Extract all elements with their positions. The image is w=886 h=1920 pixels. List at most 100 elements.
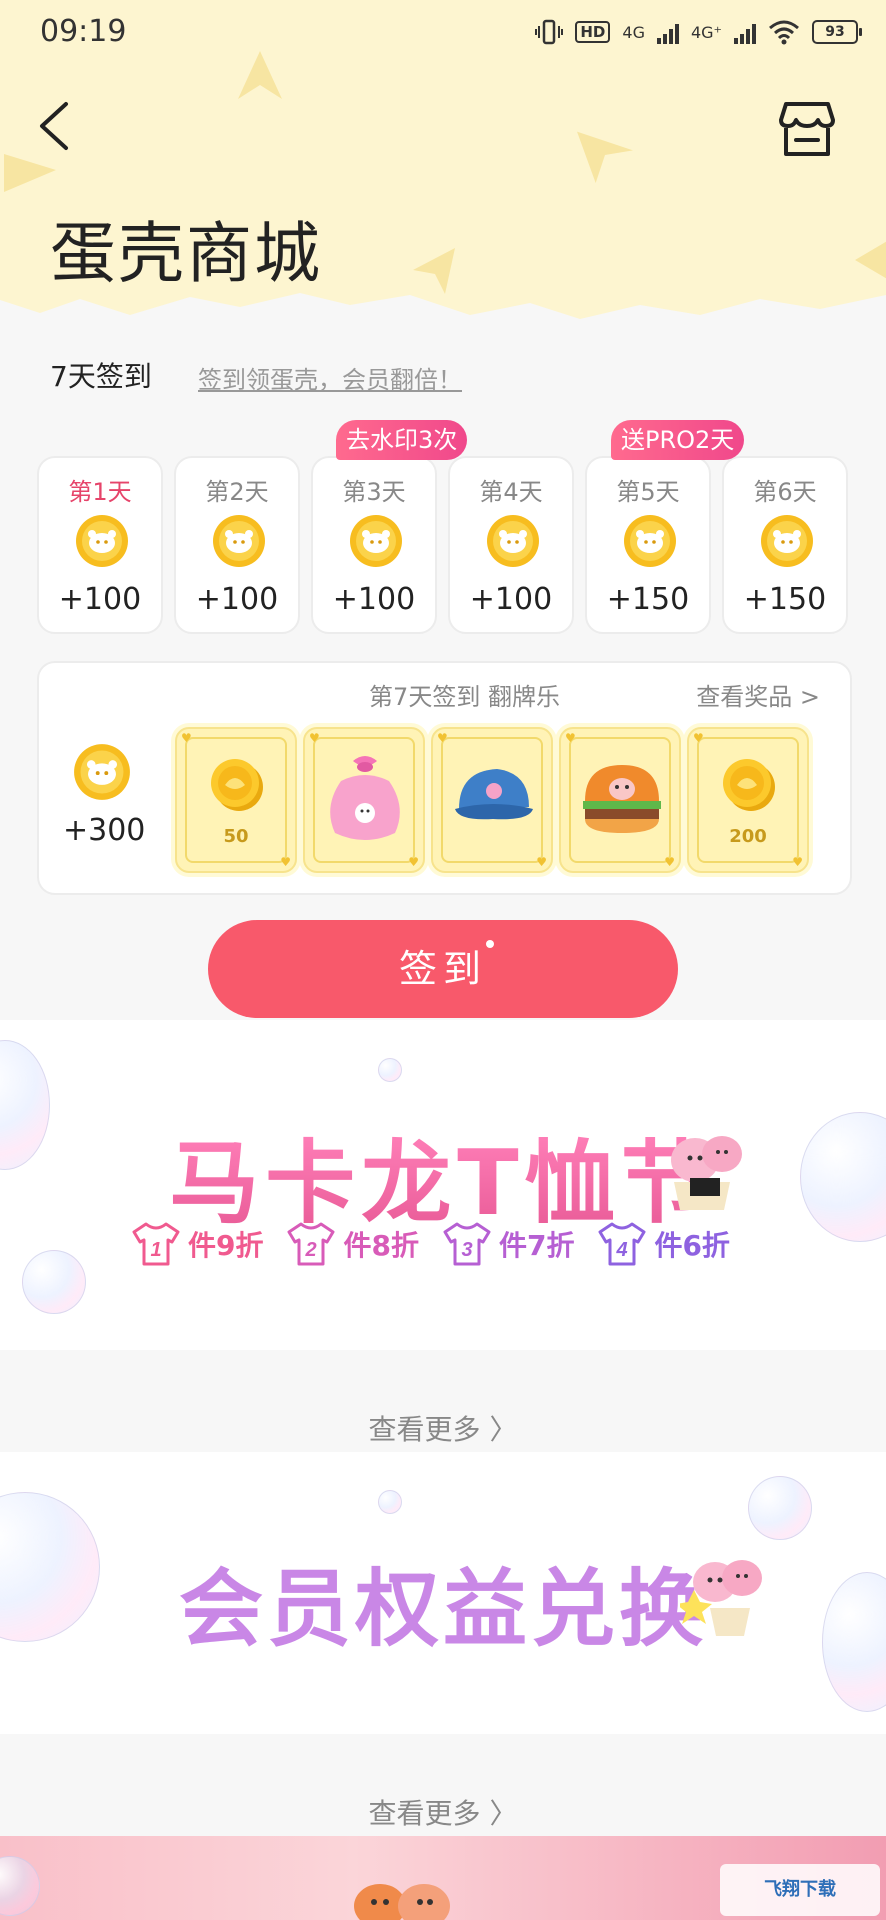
view-more-link[interactable]: 查看更多 〉 xyxy=(0,1792,886,1832)
heart-icon: ♥ xyxy=(280,855,291,869)
prize-card-coins-50[interactable]: ♥ ♥ 50 xyxy=(175,727,297,873)
day-label: 第4天 xyxy=(479,478,543,506)
status-time: 09:19 xyxy=(40,14,127,49)
sign-in-button-label: 签到 xyxy=(398,947,487,991)
day-card-3[interactable]: 第3天 +100 xyxy=(311,456,437,634)
day-value: +100 xyxy=(469,582,553,617)
eggshell-coin-icon xyxy=(350,515,402,567)
sign-in-label: 7天签到 xyxy=(50,360,152,393)
offer-num: 1 xyxy=(150,1239,161,1261)
blue-cap-icon xyxy=(455,769,533,820)
offer-num: 4 xyxy=(616,1239,628,1261)
tshirt-icon: 4 xyxy=(598,1222,646,1266)
tshirt-icon: 3 xyxy=(443,1222,491,1266)
day-card-5[interactable]: 第5天 +150 xyxy=(585,456,711,634)
day-value: +100 xyxy=(195,582,279,617)
bubble-decoration xyxy=(748,1476,812,1540)
heart-icon: ♥ xyxy=(437,731,448,745)
day-label: 第6天 xyxy=(753,478,817,506)
status-icons: HD 4G 4G⁺ 93 xyxy=(535,18,862,46)
chevron-left-icon xyxy=(40,102,68,150)
day7-flip-card: 第7天签到 翻牌乐 查看奖品 > +300 ♥ ♥ 50 ♥ ♥ ♥ ♥ ♥ ♥… xyxy=(37,661,852,895)
offer-3: 3 件7折 xyxy=(441,1220,574,1268)
eggshell-coin-icon xyxy=(74,744,130,800)
heart-icon: ♥ xyxy=(309,731,320,745)
pink-bag-icon xyxy=(330,756,400,840)
eggshell-coin-icon xyxy=(624,515,676,567)
bubble-decoration xyxy=(378,1490,402,1514)
mascot-icon xyxy=(354,1884,450,1920)
offer-text: 件6折 xyxy=(654,1229,730,1262)
member-exchange-banner[interactable]: 会员权益兑换 xyxy=(0,1452,886,1734)
heart-icon: ♥ xyxy=(693,731,704,745)
sign-in-subtitle-link[interactable]: 签到领蛋壳，会员翻倍！ xyxy=(198,360,462,395)
offer-text: 件9折 xyxy=(188,1229,264,1262)
prize-label: 50 xyxy=(223,826,249,847)
day-value: +100 xyxy=(332,582,416,617)
reward-tag-watermark: 去水印3次 xyxy=(336,420,468,460)
page-title: 蛋壳商城 xyxy=(50,215,322,292)
bubble-decoration xyxy=(22,1250,86,1314)
status-bar: 09:19 HD 4G 4G⁺ 93 xyxy=(0,0,886,66)
signal-icon xyxy=(656,20,679,44)
gold-coin-icon xyxy=(723,759,775,811)
day-card-2[interactable]: 第2天 +100 xyxy=(174,456,300,634)
hd-badge: HD xyxy=(575,21,611,43)
back-button[interactable] xyxy=(32,98,80,154)
burger-plush-icon xyxy=(583,765,661,833)
heart-icon: ♥ xyxy=(565,731,576,745)
heart-icon: ♥ xyxy=(181,731,192,745)
prize-card-burger[interactable]: ♥ ♥ xyxy=(559,727,681,873)
notification-dot xyxy=(486,940,494,948)
triangle-decoration xyxy=(855,241,886,279)
offer-4: 4 件6折 xyxy=(596,1220,730,1268)
network-label-2: 4G⁺ xyxy=(690,22,722,42)
day-card-4[interactable]: 第4天 +100 xyxy=(448,456,574,634)
prize-card-cap[interactable]: ♥ ♥ xyxy=(431,727,553,873)
tshirt-icon: 1 xyxy=(132,1222,180,1266)
mascot-icon xyxy=(671,1136,742,1210)
day-label: 第1天 xyxy=(68,478,132,506)
day-card-6[interactable]: 第6天 +150 xyxy=(722,456,848,634)
eggshell-coin-icon xyxy=(213,515,265,567)
offer-num: 3 xyxy=(461,1239,472,1261)
watermark-logo: 飞翔下载 xyxy=(720,1864,880,1916)
heart-icon: ♥ xyxy=(408,855,419,869)
store-icon xyxy=(779,102,835,156)
reward-tag-pro: 送PRO2天 xyxy=(611,420,745,460)
bubble-decoration xyxy=(0,1856,40,1916)
offer-num: 2 xyxy=(305,1239,317,1261)
triangle-decoration xyxy=(577,131,633,183)
discount-offers: 1 件9折 2 件8折 3 件7折 4 件6折 xyxy=(130,1220,730,1268)
day-value: +150 xyxy=(743,582,827,617)
day-label: 第2天 xyxy=(205,478,269,506)
bubble-decoration xyxy=(378,1058,402,1082)
tshirt-icon: 2 xyxy=(287,1222,335,1266)
view-prizes-link[interactable]: 查看奖品 > xyxy=(696,677,820,712)
gold-coin-icon xyxy=(211,759,263,811)
day-value: +100 xyxy=(58,582,142,617)
day-label: 第5天 xyxy=(616,478,680,506)
day7-value: +300 xyxy=(63,813,146,848)
signal-icon xyxy=(734,20,756,44)
mascot-icon xyxy=(680,1560,762,1636)
offer-1: 1 件9折 xyxy=(130,1220,263,1268)
offer-text: 件8折 xyxy=(343,1229,419,1262)
tshirt-festival-banner[interactable]: 马卡龙T恤节 1 件9折 2 件8折 3 件7折 4 件6折 xyxy=(0,1020,886,1350)
day-card-1[interactable]: 第1天 +100 xyxy=(37,456,163,634)
prize-label: 200 xyxy=(729,826,767,847)
wifi-icon xyxy=(769,20,799,45)
day-value: +150 xyxy=(606,582,690,617)
prize-card-coins-200[interactable]: ♥ ♥ 200 xyxy=(687,727,809,873)
heart-icon: ♥ xyxy=(664,855,675,869)
store-button[interactable] xyxy=(778,98,836,160)
view-more-link[interactable]: 查看更多 〉 xyxy=(0,1408,886,1448)
heart-icon: ♥ xyxy=(792,855,803,869)
network-label-1: 4G xyxy=(622,22,645,42)
offer-text: 件7折 xyxy=(498,1229,575,1262)
eggshell-coin-icon xyxy=(487,515,539,567)
battery-icon: 93 xyxy=(812,20,862,44)
vibrate-icon xyxy=(535,19,564,45)
sign-in-button[interactable]: 签到 xyxy=(208,920,678,1018)
prize-card-bag[interactable]: ♥ ♥ xyxy=(303,727,425,873)
